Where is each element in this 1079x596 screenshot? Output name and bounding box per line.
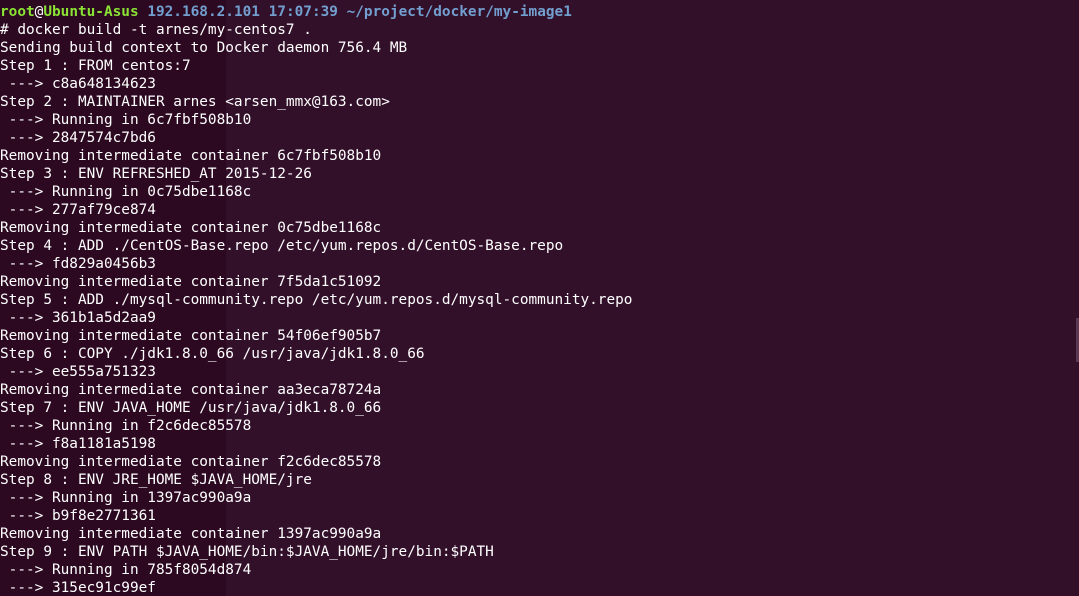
output-line: ---> Running in f2c6dec85578: [0, 418, 252, 434]
terminal-output[interactable]: root@Ubuntu-Asus 192.168.2.101 17:07:39 …: [0, 3, 632, 596]
output-line: Step 9 : ENV PATH $JAVA_HOME/bin:$JAVA_H…: [0, 544, 494, 560]
output-line: ---> Running in 6c7fbf508b10: [0, 112, 252, 128]
output-line: Step 1 : FROM centos:7: [0, 58, 191, 74]
output-line: Step 2 : MAINTAINER arnes <arsen_mmx@163…: [0, 94, 390, 110]
output-line: ---> Running in 1397ac990a9a: [0, 490, 252, 506]
output-line: Step 8 : ENV JRE_HOME $JAVA_HOME/jre: [0, 472, 312, 488]
prompt-cwd: ~/project/docker/my-image1: [346, 4, 572, 20]
prompt-user: root: [0, 4, 35, 20]
output-line: Removing intermediate container 1397ac99…: [0, 526, 382, 542]
output-line: Removing intermediate container aa3eca78…: [0, 382, 382, 398]
output-line: Sending build context to Docker daemon 7…: [0, 40, 408, 56]
prompt-line: root@Ubuntu-Asus 192.168.2.101 17:07:39 …: [0, 3, 632, 21]
terminal-window[interactable]: root@Ubuntu-Asus 192.168.2.101 17:07:39 …: [0, 0, 1079, 596]
prompt-host: Ubuntu-Asus: [43, 4, 139, 20]
output-line: ---> ee555a751323: [0, 364, 156, 380]
prompt-ip: 192.168.2.101: [147, 4, 260, 20]
output-line: Step 7 : ENV JAVA_HOME /usr/java/jdk1.8.…: [0, 400, 382, 416]
output-line: ---> Running in 785f8054d874: [0, 562, 252, 578]
output-line: ---> fd829a0456b3: [0, 256, 156, 272]
output-line: Removing intermediate container 54f06ef9…: [0, 328, 382, 344]
output-line: ---> b9f8e2771361: [0, 508, 156, 524]
prompt-time: 17:07:39: [268, 4, 338, 20]
output-line: ---> 361b1a5d2aa9: [0, 310, 156, 326]
output-line: ---> c8a648134623: [0, 76, 156, 92]
output-line: Removing intermediate container f2c6dec8…: [0, 454, 382, 470]
output-line: ---> f8a1181a5198: [0, 436, 156, 452]
output-line: ---> 2847574c7bd6: [0, 130, 156, 146]
output-line: Removing intermediate container 7f5da1c5…: [0, 274, 382, 290]
output-line: Removing intermediate container 0c75dbe1…: [0, 220, 382, 236]
output-line: ---> 277af79ce874: [0, 202, 156, 218]
output-line: Step 6 : COPY ./jdk1.8.0_66 /usr/java/jd…: [0, 346, 425, 362]
output-line: Step 4 : ADD ./CentOS-Base.repo /etc/yum…: [0, 238, 564, 254]
output-line: ---> Running in 0c75dbe1168c: [0, 184, 252, 200]
output-line: Step 5 : ADD ./mysql-community.repo /etc…: [0, 292, 633, 308]
output-line: Step 3 : ENV REFRESHED_AT 2015-12-26: [0, 166, 312, 182]
output-line: ---> 315ec91c99ef: [0, 580, 156, 596]
output-line: Removing intermediate container 6c7fbf50…: [0, 148, 382, 164]
command-line: # docker build -t arnes/my-centos7 .: [0, 22, 312, 38]
